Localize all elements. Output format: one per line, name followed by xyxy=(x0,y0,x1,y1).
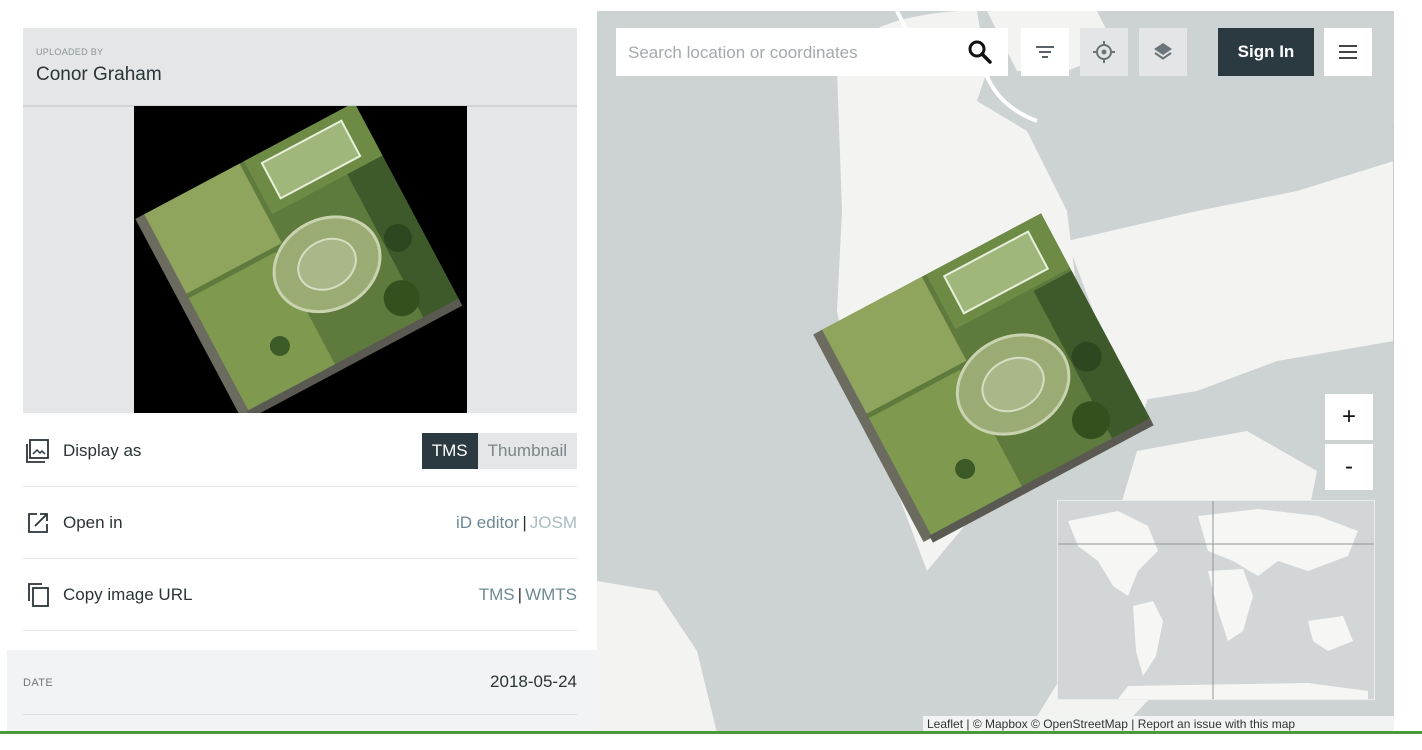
link-separator: | xyxy=(522,513,527,532)
open-in-row: Open in iD editor | JOSM xyxy=(23,488,577,559)
tms-toggle-button[interactable]: TMS xyxy=(421,433,478,469)
metadata-section: DATE 2018-05-24 xyxy=(7,650,597,733)
id-editor-link[interactable]: iD editor xyxy=(456,513,519,532)
zoom-out-button[interactable]: - xyxy=(1325,444,1373,490)
search-icon[interactable] xyxy=(967,39,993,65)
hamburger-menu-icon xyxy=(1339,45,1357,59)
zoom-in-button[interactable]: + xyxy=(1325,394,1373,440)
filter-button[interactable] xyxy=(1021,28,1069,76)
date-row: DATE 2018-05-24 xyxy=(23,650,577,715)
date-label: DATE xyxy=(23,677,54,689)
copy-url-links: TMS | WMTS xyxy=(479,585,577,605)
display-as-row: Display as TMS Thumbnail xyxy=(23,416,577,487)
copy-url-label: Copy image URL xyxy=(63,585,193,604)
crosshair-icon xyxy=(1093,41,1115,63)
uploader-header: UPLOADED BY Conor Graham xyxy=(23,28,577,107)
date-value: 2018-05-24 xyxy=(490,672,577,691)
uploader-name: Conor Graham xyxy=(36,64,162,85)
map-view[interactable]: Search location or coordinates Sign In +… xyxy=(597,11,1394,733)
layers-icon xyxy=(1154,43,1172,60)
layers-button[interactable] xyxy=(1139,28,1187,76)
wmts-url-link[interactable]: WMTS xyxy=(525,585,577,604)
uploaded-by-label: UPLOADED BY xyxy=(36,47,104,57)
image-icon xyxy=(26,439,49,463)
imagery-thumbnail xyxy=(134,106,467,413)
external-link-icon xyxy=(28,513,48,533)
sign-in-button[interactable]: Sign In xyxy=(1218,28,1314,76)
menu-button[interactable] xyxy=(1324,28,1372,76)
tms-url-link[interactable]: TMS xyxy=(479,585,515,604)
open-in-links: iD editor | JOSM xyxy=(456,513,577,533)
page-bottom-accent xyxy=(0,731,1422,734)
search-placeholder: Search location or coordinates xyxy=(628,43,858,62)
copy-icon xyxy=(28,583,49,607)
link-separator: | xyxy=(517,585,523,604)
filter-icon xyxy=(1036,46,1054,58)
thumbnail-toggle-button[interactable]: Thumbnail xyxy=(477,433,577,469)
display-as-label: Display as xyxy=(63,441,142,460)
display-mode-toggle: TMS Thumbnail xyxy=(421,433,577,469)
josm-link[interactable]: JOSM xyxy=(530,513,577,532)
image-details-panel: UPLOADED BY Conor Graham Display as TMS … xyxy=(0,0,597,733)
world-map xyxy=(1058,501,1374,699)
uploader-card: UPLOADED BY Conor Graham xyxy=(23,28,577,413)
copy-url-row: Copy image URL TMS | WMTS xyxy=(23,560,577,631)
search-input[interactable]: Search location or coordinates xyxy=(616,28,1008,76)
open-in-label: Open in xyxy=(63,513,123,532)
locate-button[interactable] xyxy=(1080,28,1128,76)
overview-minimap[interactable] xyxy=(1057,500,1375,700)
map-scrollbar[interactable] xyxy=(1393,121,1394,441)
